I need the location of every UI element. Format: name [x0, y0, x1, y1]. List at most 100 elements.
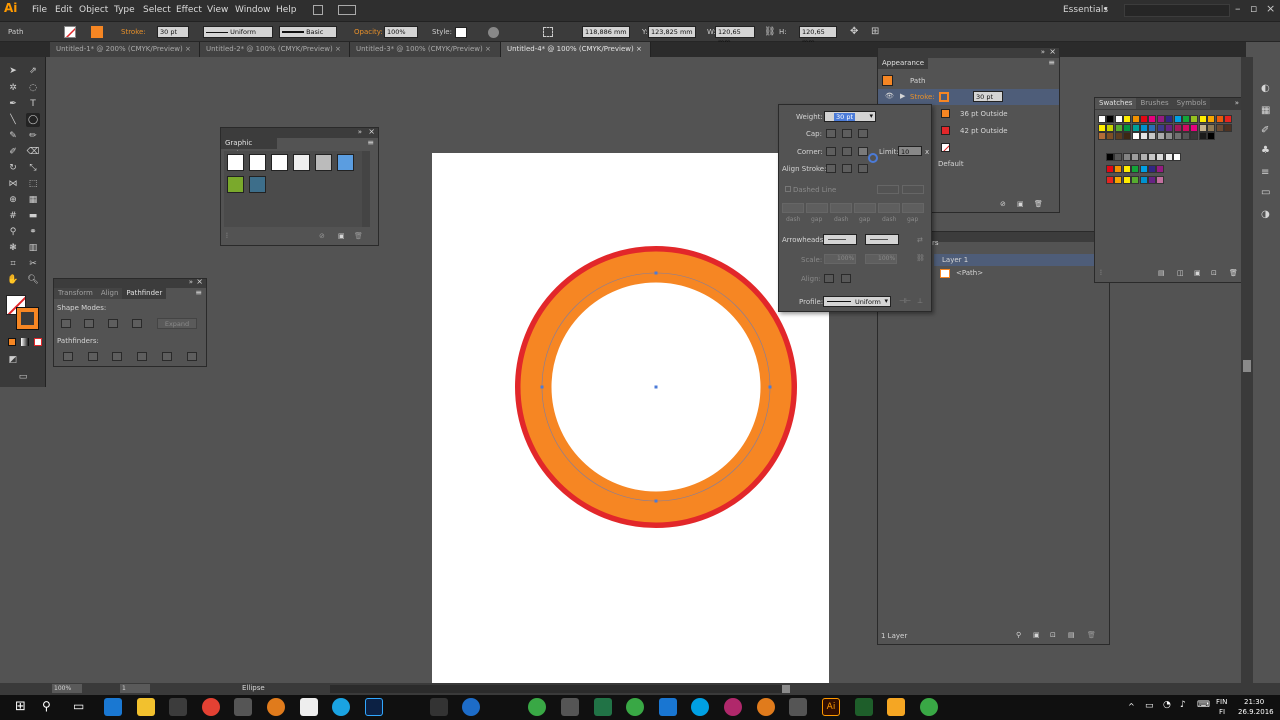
swatch-chip[interactable]	[1165, 115, 1174, 123]
screen-mode-icon[interactable]: ▭	[16, 370, 30, 384]
delete-swatch-icon[interactable]: 🗑︎	[1229, 269, 1238, 277]
tab-graphic-styles[interactable]: Graphic Styles	[221, 138, 277, 158]
magic-wand-tool-icon[interactable]: ✲	[6, 81, 20, 95]
dash-1-field[interactable]	[782, 203, 804, 213]
artboard-tool-icon[interactable]: ⌗	[6, 257, 20, 271]
drawing-mode-icon[interactable]: ◩	[6, 353, 20, 367]
swatch-chip[interactable]	[1131, 123, 1140, 132]
workspace-dropdown-icon[interactable]: ▾	[1104, 5, 1108, 13]
tab-appearance[interactable]: Appearance	[878, 58, 928, 69]
swatch-chip[interactable]	[1173, 132, 1182, 140]
trim-button[interactable]	[88, 352, 98, 361]
slice-tool-icon[interactable]: ✂	[26, 257, 40, 271]
brush-definition[interactable]: Basic	[279, 26, 337, 38]
direct-selection-tool-icon[interactable]: ⇗	[26, 64, 40, 78]
align-dashes-button[interactable]	[902, 185, 924, 194]
tab-pathfinder[interactable]: Pathfinder	[122, 288, 167, 299]
swatch-chip[interactable]	[1164, 153, 1173, 161]
pen-tool-icon[interactable]: ✒	[6, 97, 20, 111]
menu-object[interactable]: Object	[79, 5, 108, 15]
style-2[interactable]	[271, 154, 288, 171]
swatch-chip[interactable]	[1215, 123, 1224, 132]
swatch-chip[interactable]	[1131, 115, 1140, 123]
workspace-switcher[interactable]: Essentials	[1063, 5, 1108, 15]
close-icon[interactable]: ×	[196, 277, 203, 286]
blender-2-icon[interactable]	[757, 698, 775, 716]
minus-front-button[interactable]	[84, 319, 94, 328]
panel-menu-icon[interactable]: ≡	[367, 138, 374, 147]
search-icon[interactable]: ⚲	[42, 699, 51, 713]
swatch-chip[interactable]	[1165, 123, 1174, 132]
new-swatch-icon[interactable]: ⊡	[1211, 269, 1217, 277]
weight-dropdown-icon[interactable]: ▾	[869, 112, 873, 120]
miter-limit-field[interactable]: 10	[898, 146, 922, 156]
keyboard-icon[interactable]: ⌨	[1197, 700, 1210, 710]
panel-menu-icon[interactable]: ≡	[1048, 58, 1055, 67]
new-style-icon[interactable]: ▣	[338, 232, 345, 240]
swatch-chip[interactable]	[1182, 132, 1190, 140]
isolate-icon[interactable]: ⊞	[871, 26, 879, 37]
swatch-chip[interactable]	[1156, 153, 1165, 161]
zoom-tool-icon[interactable]: 🔍︎	[26, 273, 40, 287]
stroke-link[interactable]: Stroke:	[910, 93, 935, 101]
eyedropper-tool-icon[interactable]: ⚲	[6, 225, 20, 239]
swatch-chip[interactable]	[1098, 132, 1106, 140]
variable-width-profile[interactable]: Uniform	[203, 26, 273, 38]
profile-dropdown-icon[interactable]: ▾	[884, 297, 888, 305]
swatch-chip[interactable]	[1165, 132, 1174, 140]
layer-name[interactable]: Layer 1	[942, 256, 968, 264]
brushes-dock-icon[interactable]: ✐	[1261, 125, 1269, 136]
none-mode-icon[interactable]	[34, 338, 42, 346]
swatch-chip[interactable]	[1122, 153, 1131, 161]
flip-along-icon[interactable]: ⊣⊢	[899, 297, 911, 305]
eraser-tool-icon[interactable]: ⌫	[26, 145, 40, 159]
width-field[interactable]: 120,65 mm	[715, 26, 755, 46]
tab-brushes[interactable]: Brushes	[1136, 98, 1173, 109]
symbol-sprayer-tool-icon[interactable]: ❃	[6, 241, 20, 255]
ellipse-tool-icon[interactable]: ◯	[26, 113, 40, 127]
close-icon[interactable]: ×	[1049, 47, 1056, 56]
mesh-tool-icon[interactable]: #	[6, 209, 20, 223]
tab-untitled-3[interactable]: Untitled-3* @ 100% (CMYK/Preview) ×	[350, 42, 501, 57]
bridge-icon[interactable]	[313, 5, 323, 15]
stroke-dock-icon[interactable]: ≡	[1261, 167, 1269, 178]
style-6[interactable]	[227, 176, 244, 193]
layer-row[interactable]: Layer 1 ◎	[934, 254, 1110, 266]
illustrator-icon[interactable]: Ai	[822, 698, 840, 716]
hand-tool-icon[interactable]: ✋	[6, 273, 20, 287]
gap-2-field[interactable]	[854, 203, 876, 213]
task-view-icon[interactable]: ▭	[73, 699, 84, 713]
outline-button[interactable]	[162, 352, 172, 361]
transparency-dock-icon[interactable]: ◑	[1261, 209, 1270, 220]
bevel-join-button[interactable]	[858, 147, 868, 156]
menu-select[interactable]: Select	[143, 5, 171, 15]
miter-join-button[interactable]	[826, 147, 836, 156]
swatch-options-icon[interactable]: ◫	[1177, 269, 1184, 277]
swatch-chip[interactable]	[1198, 132, 1207, 140]
sublayer-row[interactable]: <Path> ◎	[934, 267, 1110, 280]
swatch-chip[interactable]	[1106, 123, 1115, 132]
swatch-chip[interactable]	[1139, 153, 1148, 161]
stroke-color-swatch[interactable]	[16, 307, 39, 330]
width-tool-icon[interactable]: ⋈	[6, 177, 20, 191]
swatch-chip[interactable]	[1106, 115, 1115, 123]
swatch-chip[interactable]	[1198, 115, 1207, 123]
tab-align[interactable]: Align	[96, 288, 123, 299]
rotate-tool-icon[interactable]: ↻	[6, 161, 20, 175]
ellipse-path-artwork[interactable]	[512, 243, 800, 531]
show-kinds-icon[interactable]: ▤	[1158, 269, 1165, 277]
minimize-icon[interactable]: –	[1235, 2, 1241, 15]
arrow-tip-at-end-button[interactable]	[841, 274, 851, 283]
skype-icon[interactable]	[332, 698, 350, 716]
divide-button[interactable]	[63, 352, 73, 361]
height-field[interactable]: 120,65 mm	[799, 26, 837, 46]
scale-tool-icon[interactable]: ⤡	[26, 161, 40, 175]
scrollbar-thumb[interactable]	[782, 685, 790, 693]
styles-scrollbar[interactable]	[362, 151, 370, 227]
swatch-chip[interactable]	[1156, 165, 1165, 173]
clear-appearance-icon[interactable]: ⊘	[1000, 200, 1006, 208]
swatch-chip[interactable]	[1123, 123, 1132, 132]
align-outside-button[interactable]	[858, 164, 868, 173]
menu-help[interactable]: Help	[276, 5, 297, 15]
dash-3-field[interactable]	[878, 203, 900, 213]
